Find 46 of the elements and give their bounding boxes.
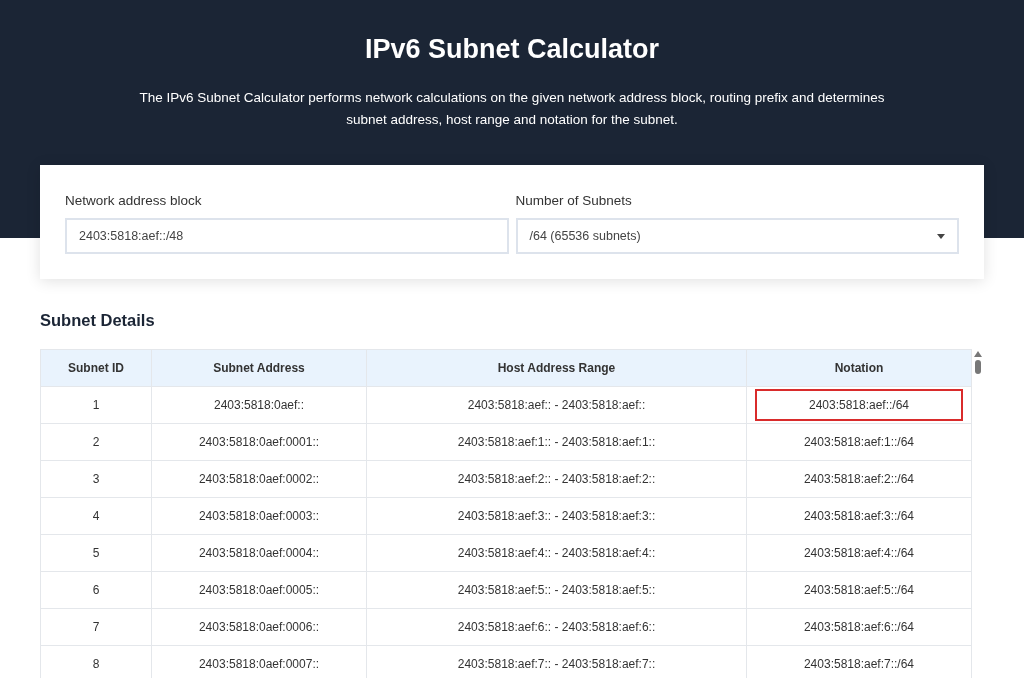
table-cell-text: 3 (91, 471, 101, 488)
table-cell: 2403:5818:0aef:0001:: (151, 424, 366, 460)
table-cell: 2403:5818:0aef:0003:: (151, 498, 366, 534)
table-cell: 2403:5818:aef:7:: - 2403:5818:aef:7:: (366, 646, 746, 678)
table-cell: 2403:5818:aef:1:: - 2403:5818:aef:1:: (366, 424, 746, 460)
table-cell: 2403:5818:0aef:0006:: (151, 609, 366, 645)
field-label: Number of Subnets (515, 193, 633, 208)
table-cell: 2403:5818:aef:2:: - 2403:5818:aef:2:: (366, 461, 746, 497)
table-cell-text: 8 (91, 656, 101, 673)
table-cell: 2403:5818:aef:: - 2403:5818:aef:: (366, 387, 746, 423)
table-cell: 2403:5818:aef:5:: - 2403:5818:aef:5:: (366, 572, 746, 608)
table-cell-text: 6 (91, 582, 101, 599)
table-cell-text: 2403:5818:aef:6::/64 (802, 619, 916, 636)
table-cell: 2403:5818:0aef:0007:: (151, 646, 366, 678)
column-header: Notation (746, 350, 971, 386)
column-header: Host Address Range (366, 350, 746, 386)
page-description: The IPv6 Subnet Calculator performs network calculations on the given network address block, routing prefix and determines subnet address, host range and notation for the subnet. (138, 89, 886, 129)
table-cell: 2403:5818:0aef:0004:: (151, 535, 366, 571)
subnets-dropdown[interactable]: /64 (65536 subnets) (515, 218, 959, 254)
highlighted-cell: 2403:5818:aef::/64 (755, 389, 963, 421)
caret-icon (937, 233, 945, 239)
table-cell-text: 2403:5818:aef:2::/64 (802, 471, 916, 488)
section-title: Subnet Details (40, 311, 156, 330)
table-cell-text: 2403:5818:aef:7::/64 (802, 656, 916, 673)
table-cell: 2403:5818:0aef:0002:: (151, 461, 366, 497)
table-cell-text: 2403:5818:aef:3::/64 (802, 508, 916, 525)
scrollbar-thumb[interactable] (975, 360, 981, 374)
table-cell-text: 1 (91, 397, 101, 414)
table-cell-text: 5 (91, 545, 101, 562)
table-cell: 2403:5818:aef:3:: - 2403:5818:aef:3:: (366, 498, 746, 534)
table-cell: 2403:5818:0aef:0005:: (151, 572, 366, 608)
column-header: Subnet ID (67, 360, 125, 377)
table-cell-text: 4 (91, 508, 101, 525)
page-title: IPv6 Subnet Calculator (364, 34, 660, 65)
table-cell: 2403:5818:aef:6:: - 2403:5818:aef:6:: (366, 609, 746, 645)
table-cell-text: 2403:5818:aef:5::/64 (802, 582, 916, 599)
input-field[interactable]: 2403:5818:aef::/48 (65, 218, 509, 254)
field-label: Network address block (65, 193, 203, 208)
column-header: Subnet Address (151, 350, 366, 386)
table-cell: 2403:5818:aef:4:: - 2403:5818:aef:4:: (366, 535, 746, 571)
table-cell-text: 2403:5818:aef:1::/64 (802, 434, 916, 451)
table-cell-text: 7 (91, 619, 101, 636)
table-cell-text: 2403:5818:aef:4::/64 (802, 545, 916, 562)
table-cell-text: 2 (91, 434, 101, 451)
scroll-up-icon[interactable] (974, 351, 982, 357)
table-cell: 2403:5818:0aef:: (151, 387, 366, 423)
